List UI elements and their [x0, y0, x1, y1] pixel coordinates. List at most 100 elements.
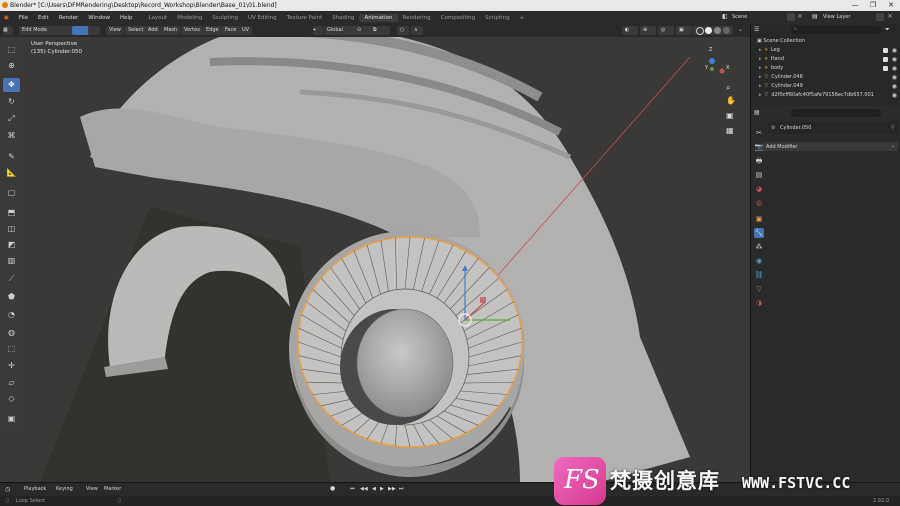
- mode-dropdown[interactable]: Edit Mode: [19, 26, 73, 35]
- menu-view[interactable]: View: [106, 26, 124, 35]
- perspective-toggle-icon[interactable]: ▦: [726, 126, 734, 135]
- rip-icon[interactable]: ◇: [3, 392, 20, 406]
- menu-add[interactable]: Add: [145, 26, 161, 35]
- tab-rendering[interactable]: Rendering: [398, 14, 436, 22]
- tool-tab-icon[interactable]: ✂: [754, 128, 764, 138]
- outliner-row-cylinder-049[interactable]: ▸ ▽ Cylinder.049 ◉: [751, 82, 900, 91]
- object-name-field[interactable]: ⚙ Cylinder.050 ⚲: [768, 122, 898, 134]
- rendered-shading-icon[interactable]: [723, 27, 730, 34]
- timeline-menu-marker[interactable]: Marker: [104, 486, 121, 492]
- view-layer-tab-icon[interactable]: ▤: [754, 170, 764, 180]
- visibility-eye-icon[interactable]: ◉: [892, 64, 897, 73]
- view-layer-selector[interactable]: View Layer: [823, 14, 850, 20]
- outliner-search-input[interactable]: ⌕: [791, 26, 881, 34]
- jump-end-button[interactable]: ⏭: [399, 486, 404, 492]
- nav-gizmo-z[interactable]: [709, 58, 715, 64]
- transform-orientation-icon[interactable]: ⌖: [313, 26, 323, 35]
- scale-icon[interactable]: ⤢: [3, 112, 20, 126]
- inset-icon[interactable]: ◫: [3, 222, 20, 236]
- tab-scripting[interactable]: Scripting: [480, 14, 514, 22]
- proportional-edit-icon[interactable]: ○: [397, 26, 409, 35]
- xray-toggle-icon[interactable]: ▣: [676, 26, 692, 35]
- knife-icon[interactable]: ⟋: [3, 272, 20, 286]
- nav-gizmo-y[interactable]: [710, 67, 714, 71]
- autokey-record-icon[interactable]: ●: [330, 485, 335, 492]
- outliner-row-leg[interactable]: ▸ ⟡ Leg ◉: [751, 46, 900, 55]
- menu-file[interactable]: File: [14, 15, 33, 21]
- properties-search-input[interactable]: [791, 109, 881, 117]
- menu-face[interactable]: Face: [222, 26, 240, 35]
- move-icon[interactable]: ✥: [3, 78, 20, 92]
- constraints-tab-icon[interactable]: ⛓: [754, 270, 764, 280]
- minimize-button[interactable]: —: [846, 0, 864, 11]
- orientation-dropdown[interactable]: Global: [324, 26, 358, 35]
- jump-keyframe-forward-button[interactable]: ▶▶: [388, 486, 396, 492]
- pin-icon[interactable]: ⚲: [891, 124, 895, 131]
- menu-mesh[interactable]: Mesh: [161, 26, 181, 35]
- timeline-menu-keying[interactable]: Keying: [56, 486, 73, 492]
- falloff-icon[interactable]: ∧: [411, 26, 423, 35]
- world-tab-icon[interactable]: ◍: [754, 198, 764, 208]
- add-modifier-button[interactable]: Add Modifier ⌄: [763, 142, 898, 151]
- edge-slide-icon[interactable]: ⬚: [3, 342, 20, 356]
- menu-help[interactable]: Help: [115, 15, 138, 21]
- filter-icon[interactable]: ⏷: [885, 26, 890, 34]
- overlay-toggle-icon[interactable]: ◎: [658, 26, 674, 35]
- scene-selector[interactable]: Scene: [732, 14, 747, 20]
- timeline-menu-playback[interactable]: Playback: [24, 486, 46, 492]
- nav-gizmo-x[interactable]: [719, 68, 725, 74]
- timeline-editor-icon[interactable]: ◷: [5, 486, 10, 493]
- render-tab-icon[interactable]: 📷: [754, 142, 764, 152]
- add-cube-icon[interactable]: ▢: [3, 186, 20, 200]
- menu-window[interactable]: Window: [83, 15, 115, 21]
- tab-uv-editing[interactable]: UV Editing: [243, 14, 282, 22]
- gizmo-toggle-icon[interactable]: ⊕: [640, 26, 656, 35]
- menu-select[interactable]: Select: [125, 26, 147, 35]
- snap-tool-icon[interactable]: ▣: [3, 412, 20, 426]
- add-workspace-button[interactable]: +: [515, 14, 530, 22]
- select-box-icon[interactable]: ⬚: [3, 43, 20, 57]
- annotate-icon[interactable]: ✎: [3, 150, 20, 164]
- tab-modeling[interactable]: Modeling: [172, 14, 207, 22]
- visibility-eye-icon[interactable]: ◉: [892, 82, 897, 91]
- physics-tab-icon[interactable]: ◉: [754, 256, 764, 266]
- blender-menu-icon[interactable]: ◉: [0, 15, 14, 21]
- close-button[interactable]: ✕: [882, 0, 900, 11]
- play-reverse-button[interactable]: ◀: [372, 486, 376, 492]
- extrude-icon[interactable]: ⬒: [3, 206, 20, 220]
- tab-texture-paint[interactable]: Texture Paint: [282, 14, 328, 22]
- editor-type-icon[interactable]: ▦: [3, 26, 13, 35]
- menu-edge[interactable]: Edge: [203, 26, 222, 35]
- rotate-icon[interactable]: ↻: [3, 95, 20, 109]
- outliner-row-body[interactable]: ▸ ⟡ body ◉: [751, 64, 900, 73]
- smooth-icon[interactable]: ◍: [3, 326, 20, 340]
- scene-tab-icon[interactable]: ◕: [754, 184, 764, 194]
- shading-options-icon[interactable]: ⌄: [738, 26, 743, 33]
- delete-view-layer-icon[interactable]: ×: [887, 12, 893, 20]
- wireframe-shading-icon[interactable]: [696, 27, 704, 35]
- new-view-layer-button[interactable]: [876, 13, 884, 21]
- view-object-types-icon[interactable]: ◐: [622, 26, 638, 35]
- output-tab-icon[interactable]: 🖶: [754, 156, 764, 166]
- properties-editor-icon[interactable]: ▤: [754, 109, 760, 116]
- jump-start-button[interactable]: ⏮: [350, 486, 355, 492]
- shrink-fatten-icon[interactable]: ✛: [3, 359, 20, 373]
- tab-sculpting[interactable]: Sculpting: [207, 14, 243, 22]
- zoom-icon[interactable]: ⌕: [726, 83, 730, 93]
- new-scene-button[interactable]: [787, 13, 795, 21]
- visibility-eye-icon[interactable]: ◉: [892, 55, 897, 64]
- tab-compositing[interactable]: Compositing: [436, 14, 480, 22]
- menu-render[interactable]: Render: [54, 15, 84, 21]
- 3d-viewport[interactable]: User Perspective (135) Cylinder.050 Z Y …: [0, 37, 750, 482]
- transform-icon[interactable]: ⌘: [3, 129, 20, 143]
- material-shading-icon[interactable]: [714, 27, 721, 34]
- face-select-icon[interactable]: [88, 26, 100, 35]
- particles-tab-icon[interactable]: ⁂: [754, 242, 764, 252]
- measure-icon[interactable]: 📐: [3, 166, 20, 180]
- poly-build-icon[interactable]: ⬟: [3, 290, 20, 304]
- menu-edit[interactable]: Edit: [33, 15, 54, 21]
- shear-icon[interactable]: ▱: [3, 376, 20, 390]
- outliner-scene-collection[interactable]: ▣ Scene Collection: [751, 37, 900, 46]
- delete-scene-icon[interactable]: ×: [797, 12, 803, 20]
- tab-animation[interactable]: Animation: [359, 13, 398, 22]
